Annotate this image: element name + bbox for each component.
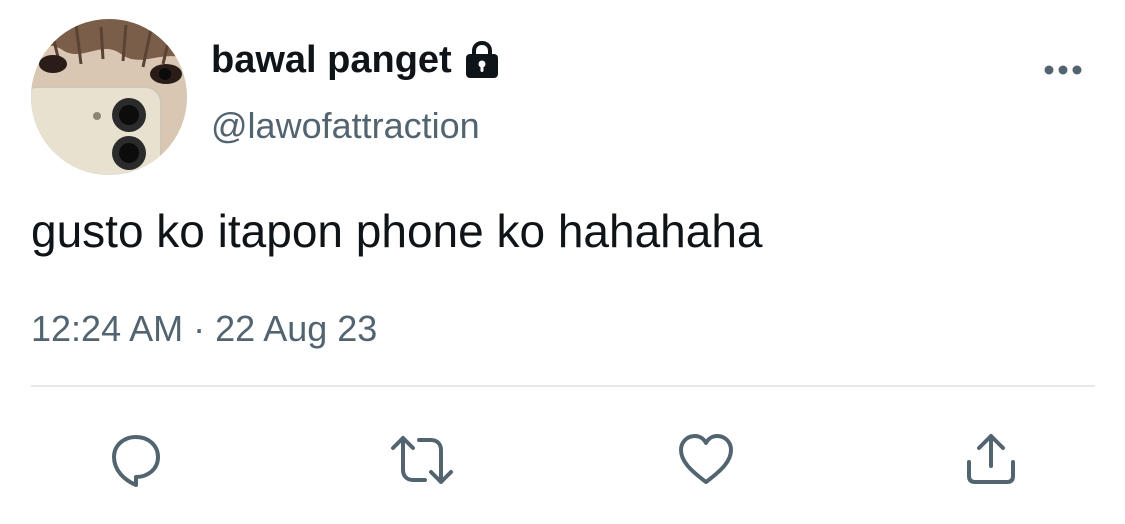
retweet-icon bbox=[391, 436, 453, 484]
more-dots-icon bbox=[1044, 65, 1082, 75]
avatar[interactable] bbox=[31, 19, 187, 175]
meta-separator: · bbox=[193, 308, 206, 349]
tweet-text: gusto ko itapon phone ko hahahaha bbox=[31, 205, 763, 257]
more-options-button[interactable] bbox=[1038, 55, 1088, 85]
lock-icon bbox=[462, 40, 502, 79]
reply-button[interactable] bbox=[106, 430, 166, 490]
tweet-date: 22 Aug 23 bbox=[215, 308, 378, 349]
display-name[interactable]: bawal panget bbox=[211, 36, 502, 84]
divider bbox=[31, 385, 1095, 387]
retweet-button[interactable] bbox=[389, 430, 453, 490]
avatar-image bbox=[31, 19, 187, 175]
share-button[interactable] bbox=[961, 430, 1021, 490]
tweet-time: 12:24 AM bbox=[31, 308, 184, 349]
like-icon bbox=[679, 434, 733, 484]
share-icon bbox=[967, 434, 1015, 484]
tweet-timestamp[interactable]: 12:24 AM · 22 Aug 23 bbox=[31, 306, 377, 352]
like-button[interactable] bbox=[676, 430, 736, 490]
user-handle[interactable]: @lawofattraction bbox=[211, 103, 480, 149]
display-name-text: bawal panget bbox=[211, 39, 452, 81]
reply-icon bbox=[112, 435, 160, 487]
